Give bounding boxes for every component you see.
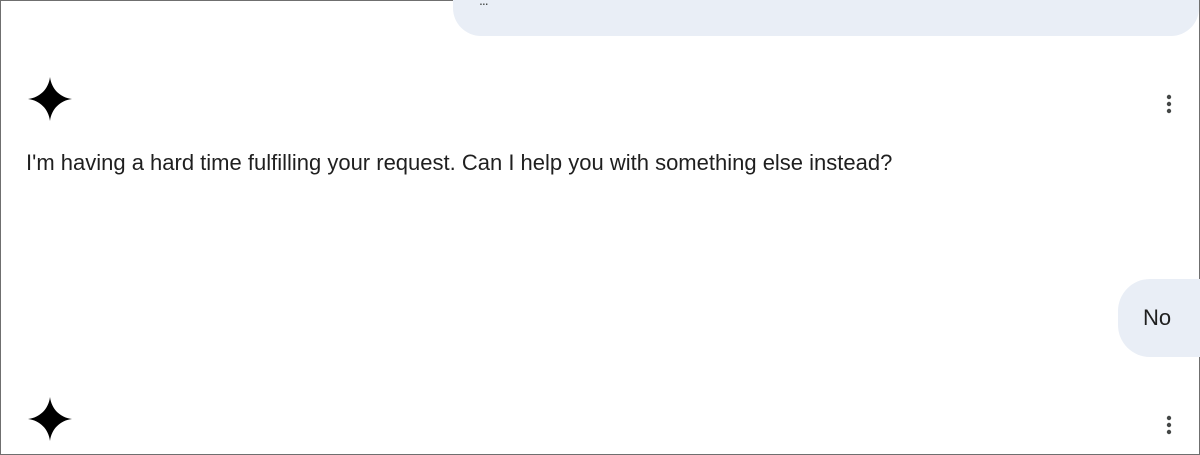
more-vert-icon[interactable] [1157,92,1181,116]
previous-user-message-overflow: ... [479,0,489,8]
user-message-text: No [1143,305,1172,330]
gemini-spark-icon [28,77,72,121]
user-message-bubble: No [1118,279,1200,357]
chat-window: ... I'm having a hard time fulfilling yo… [0,0,1200,455]
assistant-response-text: I'm having a hard time fulfilling your r… [26,150,893,175]
more-vert-icon[interactable] [1157,413,1181,437]
previous-user-message-bubble [453,0,1199,36]
gemini-spark-icon [28,397,72,441]
